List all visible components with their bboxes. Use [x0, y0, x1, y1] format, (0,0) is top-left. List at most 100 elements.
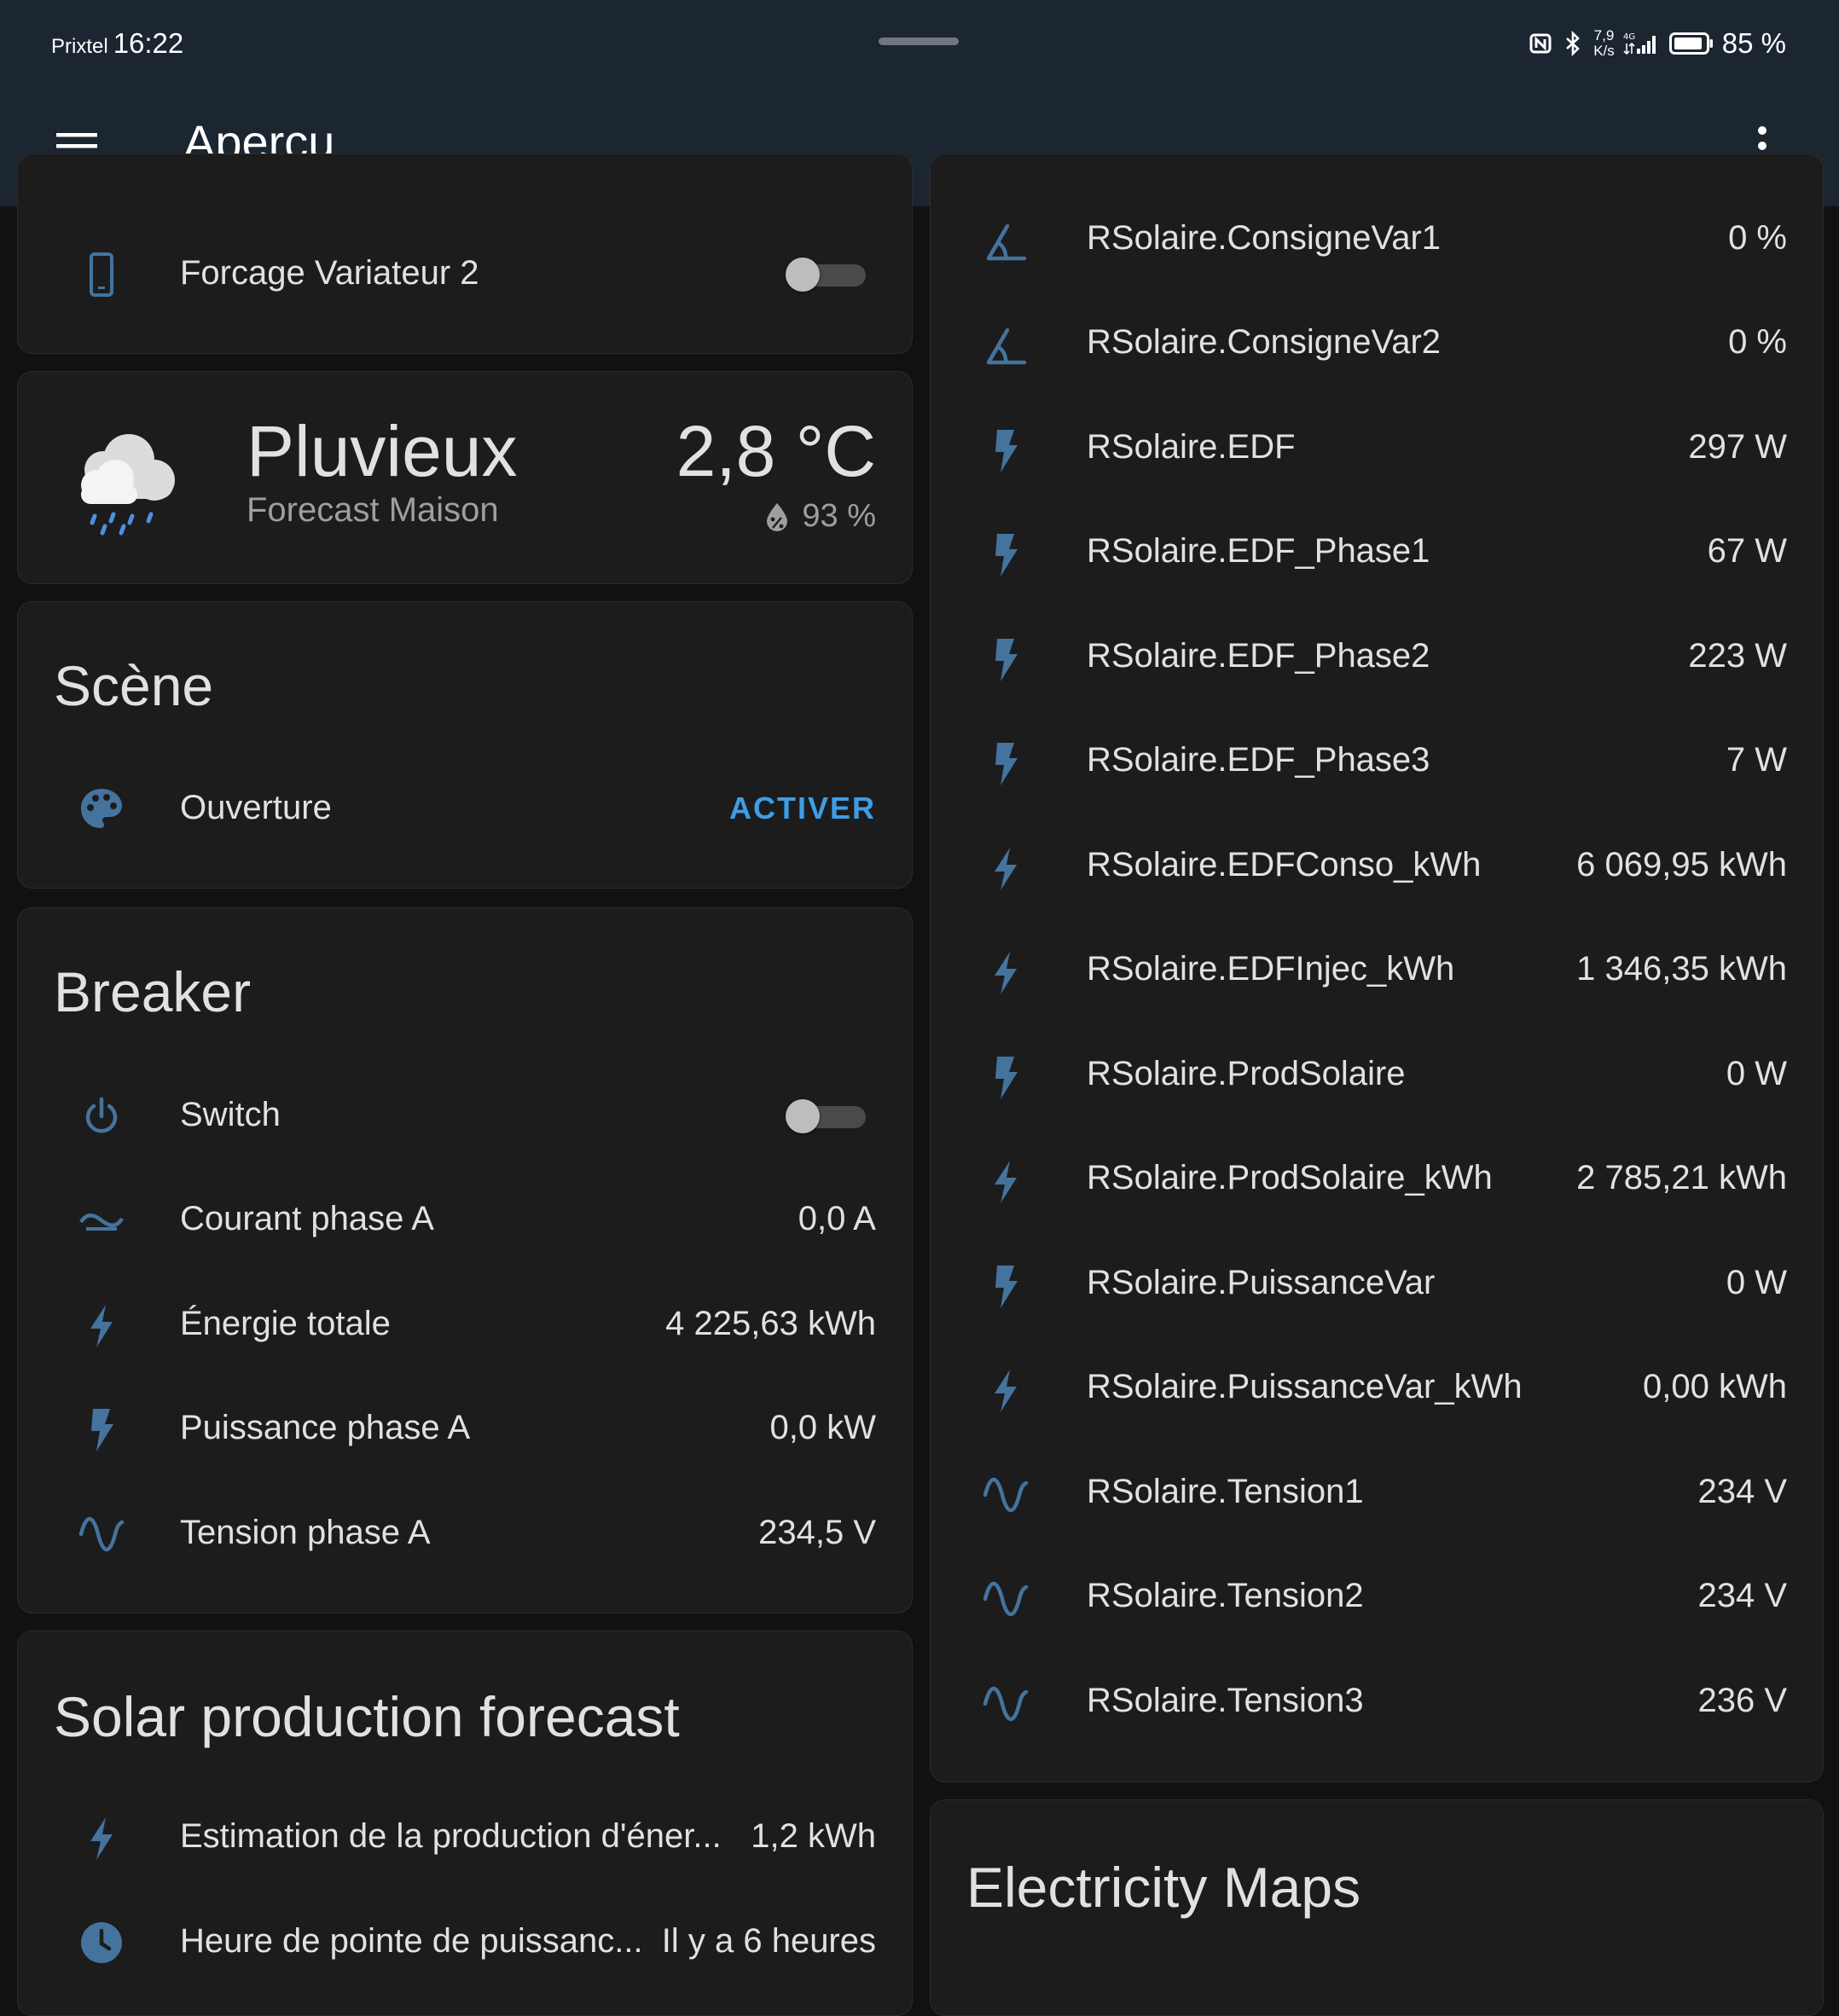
rsolaire-row[interactable]: RSolaire.ProdSolaire_kWh 2 785,21 kWh: [931, 1138, 1823, 1224]
flash-icon: [995, 1266, 1018, 1308]
breaker-row[interactable]: Puissance phase A 0,0 kW: [18, 1387, 912, 1472]
rsolaire-row[interactable]: RSolaire.EDF 297 W: [931, 408, 1823, 493]
sine-wave-icon: [983, 1477, 1029, 1513]
breaker-switch-label: Switch: [180, 1096, 281, 1133]
drag-handle[interactable]: [879, 38, 959, 45]
battery-icon: [1668, 32, 1713, 55]
breaker-row[interactable]: Courant phase A 0,0 A: [18, 1178, 912, 1263]
rsolaire-row-label: RSolaire.Tension1: [1087, 1473, 1364, 1510]
network-speed: 7,9 K/s: [1593, 28, 1615, 59]
solar-forecast-title: Solar production forecast: [54, 1685, 680, 1748]
weather-humidity: 93 %: [764, 498, 876, 535]
breaker-row-value: 234,5 V: [758, 1514, 876, 1551]
solar-row[interactable]: Heure de pointe de puissanc... Il y a 6 …: [18, 1900, 912, 1985]
flash-icon: [995, 430, 1018, 472]
breaker-title: Breaker: [54, 960, 252, 1023]
rsolaire-row[interactable]: RSolaire.EDF_Phase1 67 W: [931, 512, 1823, 597]
rsolaire-row[interactable]: RSolaire.EDFInjec_kWh 1 346,35 kWh: [931, 930, 1823, 1015]
clock-icon: [81, 1922, 122, 1963]
electricity-maps-card: Electricity Maps: [930, 1799, 1824, 2016]
weather-entity-name: Forecast Maison: [247, 491, 499, 529]
breaker-card: Breaker Switch Courant phase A 0,0 A Éne…: [17, 907, 913, 1613]
rsolaire-row-label: RSolaire.ConsigneVar2: [1087, 323, 1442, 361]
solar-forecast-card: Solar production forecast Estimation de …: [17, 1631, 913, 2016]
signal-icon: 4G: [1623, 32, 1656, 55]
rsolaire-row-value: 234 V: [1697, 1473, 1787, 1510]
rsolaire-row[interactable]: RSolaire.Tension2 234 V: [931, 1556, 1823, 1642]
breaker-row[interactable]: Énergie totale 4 225,63 kWh: [18, 1283, 912, 1368]
lightning-bolt-icon: [995, 1370, 1017, 1412]
rsolaire-row-label: RSolaire.EDF: [1087, 428, 1296, 466]
rsolaire-row-label: RSolaire.PuissanceVar: [1087, 1264, 1436, 1301]
breaker-row-label: Puissance phase A: [180, 1409, 471, 1446]
rsolaire-row-value: 234 V: [1697, 1577, 1787, 1614]
forcage-label: Forcage Variateur 2: [180, 254, 479, 292]
rsolaire-row[interactable]: RSolaire.EDFConso_kWh 6 069,95 kWh: [931, 826, 1823, 911]
breaker-switch-toggle[interactable]: [786, 1099, 866, 1133]
breaker-row-label: Courant phase A: [180, 1200, 434, 1237]
rsolaire-row-value: 0 W: [1726, 1264, 1787, 1301]
rsolaire-row-label: RSolaire.ProdSolaire: [1087, 1055, 1406, 1092]
toggle-thumb: [786, 1099, 820, 1133]
angle-acute-icon: [986, 223, 1027, 261]
rsolaire-row-value: 0 %: [1728, 219, 1787, 257]
rsolaire-row-label: RSolaire.ConsigneVar1: [1087, 219, 1442, 257]
rsolaire-row-value: 236 V: [1697, 1682, 1787, 1719]
weather-condition: Pluvieux: [247, 411, 518, 491]
solar-row-value: Il y a 6 heures: [661, 1922, 876, 1960]
breaker-row-value: 0,0 kW: [769, 1409, 876, 1446]
lightning-bolt-icon: [995, 952, 1017, 994]
activate-button[interactable]: ACTIVER: [729, 791, 876, 826]
carrier-name: Prixtel: [51, 35, 108, 58]
electricity-maps-title: Electricity Maps: [966, 1856, 1361, 1919]
lightning-bolt-icon: [90, 1817, 113, 1860]
rsolaire-row-value: 1 346,35 kWh: [1576, 950, 1787, 988]
network-speed-value: 7,9: [1593, 27, 1615, 43]
solar-row[interactable]: Estimation de la production d'éner... 1,…: [18, 1795, 912, 1880]
forcage-card: Forcage Variateur 2: [17, 154, 913, 354]
scene-title: Scène: [54, 654, 214, 717]
forcage-toggle[interactable]: [786, 258, 866, 292]
rsolaire-row-value: 0 %: [1728, 323, 1787, 361]
rsolaire-row-value: 6 069,95 kWh: [1576, 846, 1787, 883]
rsolaire-row-value: 297 W: [1688, 428, 1787, 466]
battery-level: 85 %: [1721, 27, 1786, 59]
scene-row: Ouverture ACTIVER: [18, 767, 912, 852]
lightning-bolt-icon: [995, 1161, 1017, 1203]
rsolaire-row[interactable]: RSolaire.Tension1 234 V: [931, 1452, 1823, 1538]
scene-item-label: Ouverture: [180, 789, 332, 826]
scene-card: Scène Ouverture ACTIVER: [17, 601, 913, 889]
rsolaire-row-label: RSolaire.Tension3: [1087, 1682, 1364, 1719]
network-speed-unit: K/s: [1593, 43, 1615, 59]
palette-icon: [81, 789, 122, 828]
solar-row-value: 1,2 kWh: [751, 1817, 876, 1855]
rsolaire-row-value: 0 W: [1726, 1055, 1787, 1092]
rsolaire-row[interactable]: RSolaire.Tension3 236 V: [931, 1661, 1823, 1747]
rsolaire-row-label: RSolaire.EDF_Phase2: [1087, 637, 1430, 675]
rsolaire-row-value: 7 W: [1726, 741, 1787, 779]
rsolaire-row[interactable]: RSolaire.PuissanceVar 0 W: [931, 1243, 1823, 1329]
status-bar: Prixtel 16:22 7,9 K/s 4G 85 %: [0, 0, 1839, 85]
toggle-thumb: [786, 258, 820, 292]
rsolaire-row-label: RSolaire.PuissanceVar_kWh: [1087, 1368, 1523, 1405]
breaker-row[interactable]: Tension phase A 234,5 V: [18, 1492, 912, 1577]
rsolaire-card: RSolaire.ConsigneVar1 0 % RSolaire.Consi…: [930, 154, 1824, 1782]
rsolaire-row[interactable]: RSolaire.EDF_Phase2 223 W: [931, 617, 1823, 702]
sine-wave-icon: [983, 1686, 1029, 1722]
rsolaire-row-value: 67 W: [1707, 532, 1787, 570]
rsolaire-row-label: RSolaire.EDFConso_kWh: [1087, 846, 1482, 883]
status-left: Prixtel 16:22: [51, 27, 183, 60]
rsolaire-row[interactable]: RSolaire.ProdSolaire 0 W: [931, 1034, 1823, 1120]
weather-card[interactable]: Pluvieux Forecast Maison 2,8 °C 93 %: [17, 371, 913, 584]
sine-wave-icon: [78, 1516, 125, 1552]
angle-acute-icon: [986, 327, 1027, 365]
svg-text:4G: 4G: [1623, 32, 1635, 42]
rsolaire-row[interactable]: RSolaire.ConsigneVar1 0 %: [931, 199, 1823, 284]
rsolaire-row[interactable]: RSolaire.EDF_Phase3 7 W: [931, 721, 1823, 806]
breaker-row-label: Énergie totale: [180, 1305, 391, 1342]
current-ac-icon: [79, 1214, 124, 1231]
breaker-row-value: 0,0 A: [798, 1200, 876, 1237]
rsolaire-row[interactable]: RSolaire.ConsigneVar2 0 %: [931, 303, 1823, 388]
rsolaire-row-label: RSolaire.EDF_Phase3: [1087, 741, 1430, 779]
rsolaire-row[interactable]: RSolaire.PuissanceVar_kWh 0,00 kWh: [931, 1347, 1823, 1433]
